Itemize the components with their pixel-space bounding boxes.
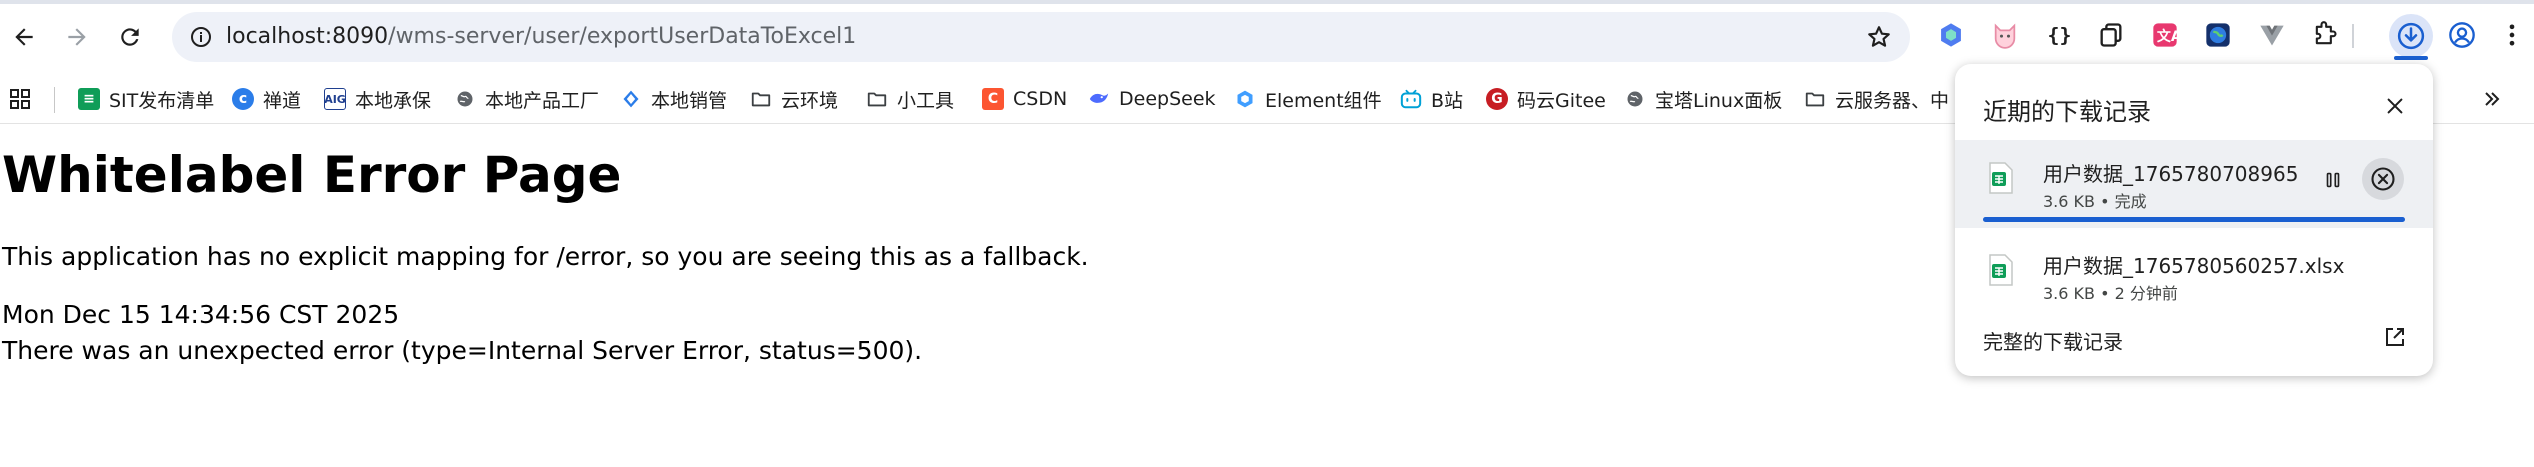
arrow-left-icon xyxy=(15,28,33,46)
bookmark-label: SIT发布清单 xyxy=(109,89,215,112)
bookmark-bilibili[interactable]: B站 xyxy=(1400,74,1463,124)
download-progress-indicator xyxy=(2394,56,2428,60)
cancel-circle-icon xyxy=(2371,167,2395,191)
forward-button[interactable] xyxy=(55,15,99,59)
download-progress-fill xyxy=(1983,217,2405,222)
bookmark-label: 码云Gitee xyxy=(1517,89,1606,112)
download-progress-bar xyxy=(1983,217,2405,222)
full-download-history-link[interactable]: 完整的下载记录 xyxy=(1983,326,2123,355)
folder-icon xyxy=(1804,88,1826,110)
bookmarks-separator xyxy=(54,87,55,113)
extensions-puzzle-icon[interactable] xyxy=(2308,18,2342,52)
bookmark-local-underwriting[interactable]: AIG 本地承保 xyxy=(324,74,431,124)
bookmark-gitee[interactable]: G 码云Gitee xyxy=(1486,74,1606,124)
bookmark-label: CSDN xyxy=(1013,88,1068,110)
download-icon xyxy=(2397,22,2425,50)
bookmark-sit[interactable]: ≡ SIT发布清单 xyxy=(78,74,214,124)
site-info-icon[interactable] xyxy=(186,22,216,52)
cancel-download-button[interactable] xyxy=(2362,158,2404,200)
bookmark-folder-tools[interactable]: 小工具 xyxy=(866,74,954,124)
downloads-popup: 近期的下载记录 用户数据_1765780708965.xlsx 3.6 KB •… xyxy=(1955,64,2433,376)
download-item[interactable]: 用户数据_1765780708965.xlsx 3.6 KB • 完成 xyxy=(1955,140,2433,228)
extension-json-icon[interactable]: {} xyxy=(2041,18,2075,52)
bookmark-baota[interactable]: 宝塔Linux面板 xyxy=(1624,74,1782,124)
bookmarks-overflow-icon[interactable] xyxy=(2480,74,2504,124)
folder-icon xyxy=(750,88,772,110)
extension-translate-icon[interactable]: 文A xyxy=(2148,18,2182,52)
bookmark-label: B站 xyxy=(1431,89,1464,112)
back-button[interactable] xyxy=(2,15,46,59)
bookmark-element[interactable]: Element组件 xyxy=(1234,74,1382,124)
toolbar-separator xyxy=(2352,24,2354,48)
address-bar[interactable]: localhost:8090/wms-server/user/exportUse… xyxy=(172,12,1910,62)
bookmark-zentao[interactable]: c 禅道 xyxy=(232,74,301,124)
element-icon xyxy=(1234,88,1256,110)
reload-button[interactable] xyxy=(108,15,152,59)
downloads-button[interactable] xyxy=(2389,14,2433,58)
extension-globe-icon[interactable] xyxy=(2201,18,2235,52)
bookmark-label: DeepSeek xyxy=(1119,88,1216,110)
profile-avatar-icon[interactable] xyxy=(2445,18,2479,52)
extension-hex-icon[interactable] xyxy=(1934,18,1968,52)
extension-cat-icon[interactable] xyxy=(1988,18,2022,52)
xlsx-file-icon xyxy=(1989,254,2013,286)
folder-icon xyxy=(866,88,888,110)
bookmark-local-sales[interactable]: 本地销管 xyxy=(620,74,727,124)
bilibili-icon xyxy=(1400,88,1422,110)
page-title: Whitelabel Error Page xyxy=(2,146,622,204)
bookmark-folder-cloud-server[interactable]: 云服务器、中 xyxy=(1804,74,1949,124)
svg-text:文A: 文A xyxy=(2157,28,2179,45)
bookmark-folder-cloud-env[interactable]: 云环境 xyxy=(750,74,838,124)
gitee-icon: G xyxy=(1486,88,1508,110)
diamond-icon xyxy=(620,88,642,110)
apps-grid-icon[interactable] xyxy=(8,74,32,124)
bookmark-label: 云服务器、中 xyxy=(1835,89,1950,112)
bookmark-label: 本地承保 xyxy=(355,89,432,112)
close-icon[interactable] xyxy=(2378,89,2412,123)
bookmark-label: 宝塔Linux面板 xyxy=(1655,89,1783,112)
url-host: localhost:8090 xyxy=(226,24,389,49)
bookmark-label: 本地产品工厂 xyxy=(485,89,600,112)
bookmark-csdn[interactable]: C CSDN xyxy=(982,74,1067,124)
sheets-icon: ≡ xyxy=(78,88,100,110)
download-filename: 用户数据_1765780708965.xlsx xyxy=(2043,162,2299,186)
extension-copy-icon[interactable] xyxy=(2094,18,2128,52)
bookmark-deepseek[interactable]: DeepSeek xyxy=(1088,74,1216,124)
error-timestamp: Mon Dec 15 14:34:56 CST 2025 xyxy=(2,300,400,329)
error-explanation: This application has no explicit mapping… xyxy=(2,242,1089,271)
download-filename: 用户数据_1765780560257.xlsx xyxy=(2043,254,2345,278)
browser-menu-icon[interactable] xyxy=(2495,18,2529,52)
bookmark-star-icon[interactable] xyxy=(1864,22,1894,52)
url-text[interactable]: localhost:8090/wms-server/user/exportUse… xyxy=(226,12,856,62)
bookmark-label: 云环境 xyxy=(781,89,839,112)
aig-icon: AIG xyxy=(324,88,346,110)
globe-icon xyxy=(1624,88,1646,110)
url-path: /wms-server/user/exportUserDataToExcel1 xyxy=(388,24,857,49)
download-item[interactable]: 用户数据_1765780560257.xlsx 3.6 KB • 2 分钟前 xyxy=(1955,232,2433,320)
error-message: There was an unexpected error (type=Inte… xyxy=(2,336,923,365)
browser-toolbar: localhost:8090/wms-server/user/exportUse… xyxy=(0,0,2534,74)
globe-icon xyxy=(454,88,476,110)
tab-strip-edge xyxy=(0,0,2534,4)
download-status: 3.6 KB • 完成 xyxy=(2043,192,2147,211)
download-status: 3.6 KB • 2 分钟前 xyxy=(2043,284,2178,303)
svg-text:{}: {} xyxy=(2048,24,2072,47)
pause-icon[interactable] xyxy=(2315,162,2351,198)
reload-icon xyxy=(121,28,139,46)
bookmark-label: 本地销管 xyxy=(651,89,728,112)
open-external-icon[interactable] xyxy=(2379,321,2411,353)
bookmark-label: 禅道 xyxy=(263,89,302,112)
csdn-icon: C xyxy=(982,88,1004,110)
xlsx-file-icon xyxy=(1989,162,2013,194)
arrow-right-icon xyxy=(68,28,86,46)
zentao-icon: c xyxy=(232,88,254,110)
downloads-popup-title: 近期的下载记录 xyxy=(1983,98,2151,126)
extension-vue-icon[interactable] xyxy=(2255,18,2289,52)
bookmark-label: Element组件 xyxy=(1265,89,1382,112)
bookmark-product-factory[interactable]: 本地产品工厂 xyxy=(454,74,599,124)
bookmark-label: 小工具 xyxy=(897,89,955,112)
deepseek-icon xyxy=(1088,88,1110,110)
